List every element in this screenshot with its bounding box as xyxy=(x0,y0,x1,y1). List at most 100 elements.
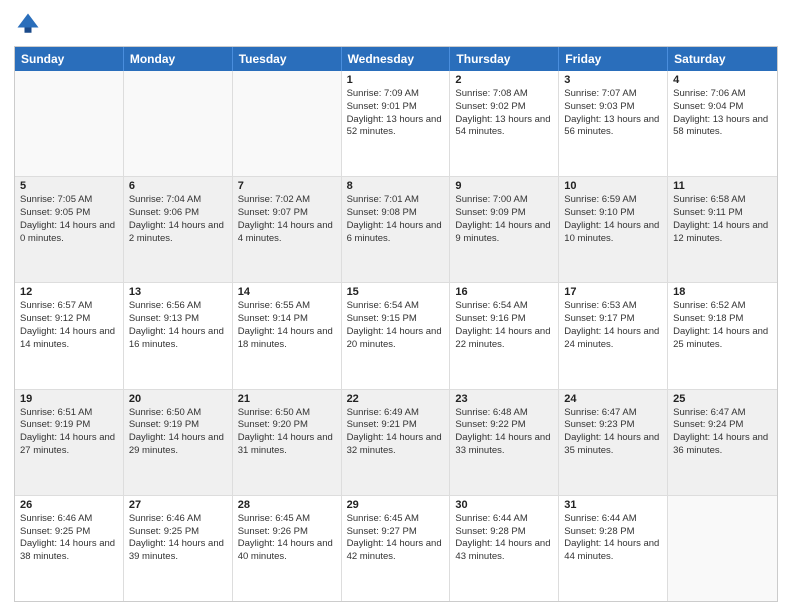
calendar-cell: 29 Sunrise: 6:45 AMSunset: 9:27 PMDayligh… xyxy=(342,496,451,601)
cell-info: Sunrise: 6:45 AMSunset: 9:27 PMDaylight:… xyxy=(347,513,445,564)
cell-info: Sunrise: 6:54 AMSunset: 9:15 PMDaylight:… xyxy=(347,300,445,351)
cell-info: Sunrise: 7:07 AMSunset: 9:03 PMDaylight:… xyxy=(564,88,662,139)
calendar-cell: 30 Sunrise: 6:44 AMSunset: 9:28 PMDayligh… xyxy=(450,496,559,601)
cell-info: Sunrise: 6:58 AMSunset: 9:11 PMDaylight:… xyxy=(673,194,772,245)
cell-info: Sunrise: 6:56 AMSunset: 9:13 PMDaylight:… xyxy=(129,300,227,351)
cell-info: Sunrise: 7:00 AMSunset: 9:09 PMDaylight:… xyxy=(455,194,553,245)
cell-info: Sunrise: 6:57 AMSunset: 9:12 PMDaylight:… xyxy=(20,300,118,351)
calendar-body: 1Sunrise: 7:09 AMSunset: 9:01 PMDaylight… xyxy=(15,71,777,601)
cell-info: Sunrise: 6:53 AMSunset: 9:17 PMDaylight:… xyxy=(564,300,662,351)
cell-info: Sunrise: 6:50 AMSunset: 9:20 PMDaylight:… xyxy=(238,407,336,458)
day-number: 11 xyxy=(673,180,772,192)
calendar-cell: 13 Sunrise: 6:56 AMSunset: 9:13 PMDayligh… xyxy=(124,283,233,388)
calendar-cell: 19 Sunrise: 6:51 AMSunset: 9:19 PMDayligh… xyxy=(15,390,124,495)
calendar-row-3: 19 Sunrise: 6:51 AMSunset: 9:19 PMDayligh… xyxy=(15,389,777,495)
day-number: 12 xyxy=(20,286,118,298)
cell-info: Sunrise: 6:44 AMSunset: 9:28 PMDaylight:… xyxy=(564,513,662,564)
day-number: 8 xyxy=(347,180,445,192)
page: SundayMondayTuesdayWednesdayThursdayFrid… xyxy=(0,0,792,612)
header-day-monday: Monday xyxy=(124,47,233,71)
calendar-cell: 12 Sunrise: 6:57 AMSunset: 9:12 PMDayligh… xyxy=(15,283,124,388)
day-number: 17 xyxy=(564,286,662,298)
header-day-sunday: Sunday xyxy=(15,47,124,71)
cell-info: Sunrise: 7:02 AMSunset: 9:07 PMDaylight:… xyxy=(238,194,336,245)
day-number: 16 xyxy=(455,286,553,298)
day-number: 14 xyxy=(238,286,336,298)
day-number: 26 xyxy=(20,499,118,511)
day-number: 5 xyxy=(20,180,118,192)
calendar-cell: 27 Sunrise: 6:46 AMSunset: 9:25 PMDayligh… xyxy=(124,496,233,601)
calendar-cell: 28Sunrise: 6:45 AMSunset: 9:26 PMDayligh… xyxy=(233,496,342,601)
calendar-cell: 17 Sunrise: 6:53 AMSunset: 9:17 PMDayligh… xyxy=(559,283,668,388)
day-number: 3 xyxy=(564,74,662,86)
calendar-cell: 20 Sunrise: 6:50 AMSunset: 9:19 PMDayligh… xyxy=(124,390,233,495)
header-day-wednesday: Wednesday xyxy=(342,47,451,71)
logo-icon xyxy=(14,10,42,38)
cell-info: Sunrise: 6:50 AMSunset: 9:19 PMDaylight:… xyxy=(129,407,227,458)
day-number: 30 xyxy=(455,499,553,511)
day-number: 23 xyxy=(455,393,553,405)
calendar-cell: 15 Sunrise: 6:54 AMSunset: 9:15 PMDayligh… xyxy=(342,283,451,388)
logo xyxy=(14,10,46,38)
cell-info: Sunrise: 6:45 AMSunset: 9:26 PMDaylight:… xyxy=(238,513,336,564)
calendar-cell xyxy=(124,71,233,176)
cell-info: Sunrise: 6:47 AMSunset: 9:23 PMDaylight:… xyxy=(564,407,662,458)
calendar-cell: 2 Sunrise: 7:08 AMSunset: 9:02 PMDaylight… xyxy=(450,71,559,176)
day-number: 27 xyxy=(129,499,227,511)
day-number: 2 xyxy=(455,74,553,86)
day-number: 7 xyxy=(238,180,336,192)
calendar-row-0: 1Sunrise: 7:09 AMSunset: 9:01 PMDaylight… xyxy=(15,71,777,176)
cell-info: Sunrise: 6:44 AMSunset: 9:28 PMDaylight:… xyxy=(455,513,553,564)
calendar-cell: 16 Sunrise: 6:54 AMSunset: 9:16 PMDayligh… xyxy=(450,283,559,388)
calendar-cell: 4Sunrise: 7:06 AMSunset: 9:04 PMDaylight… xyxy=(668,71,777,176)
day-number: 10 xyxy=(564,180,662,192)
cell-info: Sunrise: 7:05 AMSunset: 9:05 PMDaylight:… xyxy=(20,194,118,245)
day-number: 15 xyxy=(347,286,445,298)
calendar-cell: 26Sunrise: 6:46 AMSunset: 9:25 PMDayligh… xyxy=(15,496,124,601)
calendar-cell: 31Sunrise: 6:44 AMSunset: 9:28 PMDayligh… xyxy=(559,496,668,601)
header-day-thursday: Thursday xyxy=(450,47,559,71)
cell-info: Sunrise: 6:51 AMSunset: 9:19 PMDaylight:… xyxy=(20,407,118,458)
day-number: 9 xyxy=(455,180,553,192)
calendar-cell: 23 Sunrise: 6:48 AMSunset: 9:22 PMDayligh… xyxy=(450,390,559,495)
header xyxy=(14,10,778,38)
day-number: 25 xyxy=(673,393,772,405)
cell-info: Sunrise: 6:52 AMSunset: 9:18 PMDaylight:… xyxy=(673,300,772,351)
cell-info: Sunrise: 6:59 AMSunset: 9:10 PMDaylight:… xyxy=(564,194,662,245)
header-day-saturday: Saturday xyxy=(668,47,777,71)
calendar-cell: 3 Sunrise: 7:07 AMSunset: 9:03 PMDaylight… xyxy=(559,71,668,176)
day-number: 6 xyxy=(129,180,227,192)
day-number: 24 xyxy=(564,393,662,405)
header-day-tuesday: Tuesday xyxy=(233,47,342,71)
cell-info: Sunrise: 6:55 AMSunset: 9:14 PMDaylight:… xyxy=(238,300,336,351)
calendar-row-4: 26 Sunrise: 6:46 AMSunset: 9:25 PMDayligh… xyxy=(15,495,777,601)
calendar-cell: 14 Sunrise: 6:55 AMSunset: 9:14 PMDayligh… xyxy=(233,283,342,388)
cell-info: Sunrise: 7:01 AMSunset: 9:08 PMDaylight:… xyxy=(347,194,445,245)
calendar-header: SundayMondayTuesdayWednesdayThursdayFrid… xyxy=(15,47,777,71)
calendar-cell: 11 Sunrise: 6:58 AMSunset: 9:11 PMDayligh… xyxy=(668,177,777,282)
day-number: 1 xyxy=(347,74,445,86)
cell-info: Sunrise: 6:54 AMSunset: 9:16 PMDaylight:… xyxy=(455,300,553,351)
calendar-cell: 21 Sunrise: 6:50 AMSunset: 9:20 PMDayligh… xyxy=(233,390,342,495)
calendar-cell: 24 Sunrise: 6:47 AMSunset: 9:23 PMDayligh… xyxy=(559,390,668,495)
calendar-cell: 7 Sunrise: 7:02 AMSunset: 9:07 PMDaylight… xyxy=(233,177,342,282)
cell-info: Sunrise: 7:08 AMSunset: 9:02 PMDaylight:… xyxy=(455,88,553,139)
calendar-row-2: 12 Sunrise: 6:57 AMSunset: 9:12 PMDayligh… xyxy=(15,282,777,388)
cell-info: Sunrise: 6:46 AMSunset: 9:25 PMDaylight:… xyxy=(129,513,227,564)
calendar-cell: 9 Sunrise: 7:00 AMSunset: 9:09 PMDaylight… xyxy=(450,177,559,282)
day-number: 19 xyxy=(20,393,118,405)
day-number: 21 xyxy=(238,393,336,405)
day-number: 13 xyxy=(129,286,227,298)
day-number: 22 xyxy=(347,393,445,405)
calendar-cell: 10 Sunrise: 6:59 AMSunset: 9:10 PMDayligh… xyxy=(559,177,668,282)
calendar-cell: 8 Sunrise: 7:01 AMSunset: 9:08 PMDaylight… xyxy=(342,177,451,282)
cell-info: Sunrise: 6:48 AMSunset: 9:22 PMDaylight:… xyxy=(455,407,553,458)
header-day-friday: Friday xyxy=(559,47,668,71)
day-number: 29 xyxy=(347,499,445,511)
calendar-cell xyxy=(15,71,124,176)
cell-info: Sunrise: 6:47 AMSunset: 9:24 PMDaylight:… xyxy=(673,407,772,458)
calendar-cell: 5 Sunrise: 7:05 AMSunset: 9:05 PMDaylight… xyxy=(15,177,124,282)
calendar-row-1: 5 Sunrise: 7:05 AMSunset: 9:05 PMDaylight… xyxy=(15,176,777,282)
day-number: 20 xyxy=(129,393,227,405)
calendar-cell: 25 Sunrise: 6:47 AMSunset: 9:24 PMDayligh… xyxy=(668,390,777,495)
